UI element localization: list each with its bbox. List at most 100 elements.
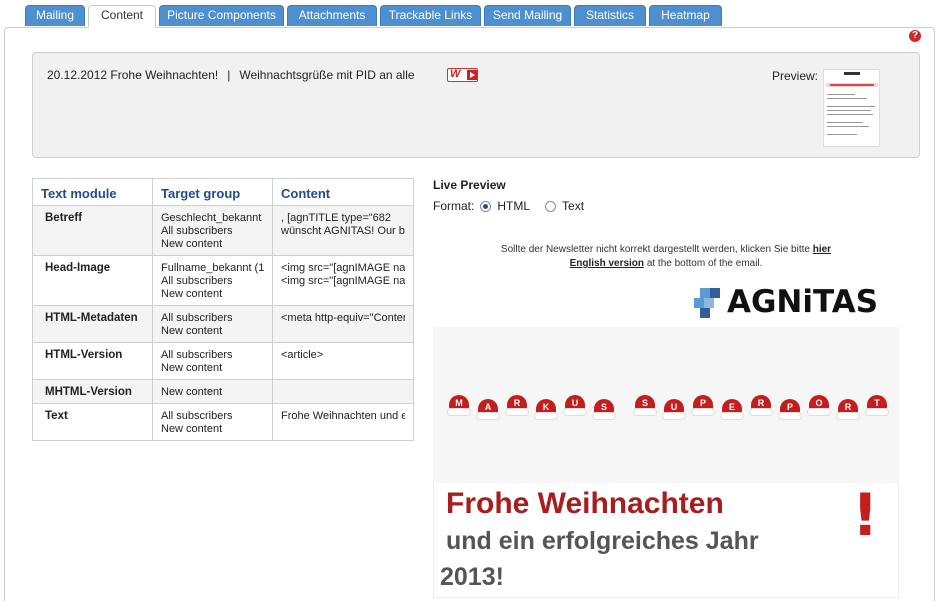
text-module-name[interactable]: MHTML-Version [32, 379, 153, 404]
thumbnail-logo [844, 72, 860, 75]
thumbnail-line [827, 114, 873, 115]
content-text: , [agnTITLE type="682 [281, 212, 391, 224]
format-option-html[interactable]: HTML [497, 199, 530, 213]
mailing-description: Weihnachtsgrüße mit PID an alle [239, 68, 415, 82]
santa-hat-icon: M [447, 395, 471, 419]
target-group: New content [161, 362, 223, 374]
santa-hat-icon: P [778, 399, 802, 423]
hat-letter: P [699, 398, 706, 408]
target-group-cell: All subscribers New content [152, 305, 273, 343]
column-header-text-module[interactable]: Text module [32, 178, 153, 206]
wm-preview-icon[interactable]: W [447, 68, 478, 82]
santa-hat-icon: R [749, 395, 773, 419]
english-version-link[interactable]: English version [570, 258, 644, 269]
tab-content[interactable]: Content [88, 5, 156, 28]
text-module-name[interactable]: Betreff [32, 205, 153, 256]
target-group: New content [161, 386, 223, 398]
format-selector: Format: HTML Text [433, 199, 593, 213]
logo-square-icon [710, 288, 720, 298]
mailing-info: 20.12.2012 Frohe Weihnachten! | Weihnachts… [47, 68, 415, 82]
hat-letter: E [728, 402, 735, 412]
target-group: All subscribers [161, 349, 233, 361]
target-group-cell: New content [152, 379, 273, 404]
table-row[interactable]: Betreff Geschlecht_bekannt (9 All subscr… [32, 205, 414, 256]
hat-letter: S [641, 398, 648, 408]
text-module-name[interactable]: HTML-Metadaten [32, 305, 153, 343]
target-group: All subscribers [161, 410, 233, 422]
format-radio-html[interactable] [480, 200, 492, 212]
thumbnail-line [827, 98, 867, 99]
logo-square-icon [704, 298, 714, 308]
tab-statistics[interactable]: Statistics [574, 5, 646, 26]
content-text: <img src="[agnIMAGE nam [281, 275, 405, 287]
target-group: New content [161, 325, 223, 337]
tab-send-mailing[interactable]: Send Mailing [484, 5, 571, 26]
thumbnail-line [827, 110, 871, 111]
tab-bar: Mailing Content Picture Components Attac… [0, 0, 938, 28]
thumbnail-line [827, 122, 863, 123]
tab-picture-components[interactable]: Picture Components [159, 5, 284, 26]
target-group-cell: Fullname_bekannt (163 All subscribers Ne… [152, 255, 273, 306]
thumbnail-line [827, 126, 869, 127]
help-icon[interactable]: ? [909, 30, 921, 42]
hat-letter: R [844, 402, 852, 412]
tab-trackable-links[interactable]: Trackable Links [380, 5, 481, 26]
content-text: wünscht AGNITAS! Our bes [281, 225, 405, 237]
column-header-target-group[interactable]: Target group [152, 178, 273, 206]
format-radio-text[interactable] [545, 200, 557, 212]
tab-mailing[interactable]: Mailing [25, 5, 85, 26]
mailing-header-box: 20.12.2012 Frohe Weihnachten! | Weihnachts… [32, 52, 920, 158]
table-row[interactable]: Head-Image Fullname_bekannt (163 All sub… [32, 255, 414, 306]
content-text: <article> [281, 349, 324, 361]
table-row[interactable]: HTML-Version All subscribers New content… [32, 342, 414, 380]
hat-letter: U [670, 402, 678, 412]
hat-letter: A [484, 402, 492, 412]
logo-wordmark: AGNiTAS [727, 284, 879, 320]
content-cell: , [agnTITLE type="682 wünscht AGNITAS! O… [272, 205, 414, 256]
hat-letter: R [757, 398, 765, 408]
mailing-title: 20.12.2012 Frohe Weihnachten! [47, 68, 219, 82]
table-row[interactable]: HTML-Metadaten All subscribers New conte… [32, 305, 414, 343]
target-group: New content [161, 423, 223, 435]
santa-hat-icon: S [592, 399, 616, 423]
santa-hat-icon: U [563, 395, 587, 419]
content-cell: <img src="[agnIMAGE nam <img src="[agnIM… [272, 255, 414, 306]
target-group: Geschlecht_bekannt (9 [161, 212, 264, 224]
greeting-subline: und ein erfolgreiches Jahr [446, 527, 759, 555]
hat-letter: R [513, 398, 521, 408]
target-group: All subscribers [161, 225, 233, 237]
text-module-name[interactable]: HTML-Version [32, 342, 153, 380]
target-group-cell: Geschlecht_bekannt (9 All subscribers Ne… [152, 205, 273, 256]
format-label: Format: [433, 199, 475, 213]
target-group: All subscribers [161, 312, 233, 324]
hat-letter: O [815, 398, 823, 408]
format-option-text[interactable]: Text [562, 199, 584, 213]
preview-thumbnail[interactable] [823, 69, 880, 147]
table-row[interactable]: MHTML-Version New content [32, 379, 414, 404]
greeting-box: Frohe Weihnachten und ein erfolgreiches … [433, 483, 899, 598]
santa-hat-icon: E [720, 399, 744, 423]
greeting-headline: Frohe Weihnachten [446, 487, 724, 520]
content-text: <meta http-equiv="Conten [281, 312, 405, 324]
tab-heatmap[interactable]: Heatmap [649, 5, 722, 26]
play-icon [467, 70, 477, 80]
agnitas-logo: AGNiTAS [694, 285, 894, 319]
table-header-row: Text module Target group Content [32, 178, 414, 206]
santa-hat-icon: T [865, 395, 889, 419]
santa-hat-icon: K [534, 399, 558, 423]
column-header-content[interactable]: Content [272, 178, 414, 206]
text-module-table: Text module Target group Content Betreff… [32, 178, 414, 441]
text-module-name[interactable]: Head-Image [32, 255, 153, 306]
thumbnail-line [827, 106, 875, 107]
notice-link-here[interactable]: hier [813, 244, 831, 255]
target-group: Fullname_bekannt (163 [161, 262, 264, 274]
table-row[interactable]: Text All subscribers New content Frohe W… [32, 403, 414, 441]
hat-letter: K [542, 402, 550, 412]
newsletter-notice: Sollte der Newsletter nicht korrekt darg… [433, 243, 899, 271]
tab-attachments[interactable]: Attachments [287, 5, 377, 26]
santa-hat-icon: A [476, 399, 500, 423]
wm-icon-letter: W [450, 68, 461, 80]
text-module-name[interactable]: Text [32, 403, 153, 441]
thumbnail-line [827, 94, 855, 95]
target-group: New content [161, 238, 223, 250]
